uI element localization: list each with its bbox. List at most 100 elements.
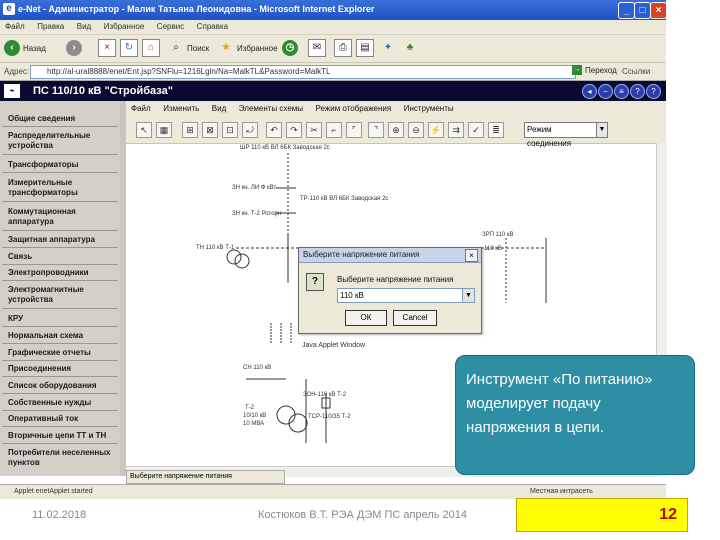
- mode-select[interactable]: Режим соединения: [524, 122, 598, 148]
- sidebar-item-conductors[interactable]: Электропроводники: [8, 268, 112, 278]
- callout-text: Инструмент «По питанию» моделирует подач…: [466, 371, 653, 436]
- align-tool-icon[interactable]: ⊞: [182, 122, 198, 138]
- address-input[interactable]: http://al-ural8888/enet/Ent.jsp?SNFlu=12…: [30, 65, 576, 79]
- redo-tool-icon[interactable]: ↷: [286, 122, 302, 138]
- editor-menu-file[interactable]: Файл: [126, 101, 156, 113]
- power-tool-icon[interactable]: ⚡: [428, 122, 444, 138]
- editor-menu-edit[interactable]: Изменить: [158, 101, 204, 113]
- sidebar-item-transformers[interactable]: Трансформаторы: [8, 160, 112, 170]
- menu-file[interactable]: Файл: [0, 20, 30, 31]
- app-title: ПС 110/10 кВ "Стройбаза": [33, 85, 173, 97]
- sidebar-item-secondary-circuits[interactable]: Вторичные цепи ТТ и ТН: [8, 431, 112, 441]
- print-button[interactable]: ⎙: [334, 38, 352, 58]
- slide-date: 11.02.2018: [32, 509, 87, 521]
- sidebar-item-switching[interactable]: Коммутационная аппаратура: [8, 207, 112, 227]
- close-button[interactable]: ×: [650, 2, 667, 19]
- header-list-icon[interactable]: ≡: [614, 84, 629, 99]
- sidebar-item-general[interactable]: Общие сведения: [8, 114, 112, 124]
- maximize-button[interactable]: □: [634, 2, 651, 19]
- stop-icon: ×: [98, 39, 116, 57]
- messenger-button[interactable]: ♣: [402, 38, 418, 58]
- header-info-icon[interactable]: ?: [646, 84, 661, 99]
- go-button[interactable]: → Переход: [572, 65, 617, 75]
- zoom-in-tool-icon[interactable]: ⊕: [388, 122, 404, 138]
- menu-favorites[interactable]: Избранное: [99, 20, 150, 31]
- header-back-icon[interactable]: ◂: [582, 84, 597, 99]
- sidebar-item-consumers[interactable]: Потребители неселенных пунктов: [8, 448, 112, 468]
- edit-page-icon: ▤: [356, 39, 374, 57]
- pointer-tool-icon[interactable]: ↖: [136, 122, 152, 138]
- voltage-select[interactable]: 110 кВ: [337, 288, 463, 303]
- search-button[interactable]: ⌕ Поиск: [168, 38, 209, 58]
- undo-tool-icon[interactable]: ↶: [266, 122, 282, 138]
- line-tool-icon[interactable]: ⌜: [346, 122, 362, 138]
- header-minus-icon[interactable]: −: [598, 84, 613, 99]
- header-help-icon[interactable]: ?: [630, 84, 645, 99]
- forward-button[interactable]: ›: [66, 38, 82, 58]
- sidebar-divider: [2, 247, 118, 248]
- sidebar-divider: [2, 426, 118, 427]
- mail-button[interactable]: ✉: [308, 38, 326, 58]
- menu-tools[interactable]: Сервис: [152, 20, 189, 31]
- history-button[interactable]: ◷: [282, 38, 298, 58]
- sidebar-item-kru[interactable]: КРУ: [8, 314, 112, 324]
- app-logo: ⌁: [4, 84, 20, 98]
- wire-tool-icon[interactable]: ⌝: [368, 122, 384, 138]
- cut-tool-icon[interactable]: ✂: [306, 122, 322, 138]
- favorites-button[interactable]: ★ Избранное: [218, 38, 278, 58]
- links-label[interactable]: Ссылки: [622, 67, 650, 76]
- layers-tool-icon[interactable]: ≣: [488, 122, 504, 138]
- sidebar-divider: [2, 230, 118, 231]
- browser-status-bar: Applet enetApplet started Местная интрас…: [0, 484, 666, 499]
- discuss-button[interactable]: ✦: [380, 38, 396, 58]
- sidebar-divider: [2, 343, 118, 344]
- minimize-button[interactable]: _: [618, 2, 635, 19]
- scheme-label: СН 110 кВ: [243, 365, 272, 371]
- sidebar-item-connections[interactable]: Присоединения: [8, 364, 112, 374]
- sidebar-item-graphic-reports[interactable]: Графические отчеты: [8, 348, 112, 358]
- ungroup-tool-icon[interactable]: ⊡: [222, 122, 238, 138]
- stop-button[interactable]: ×: [98, 38, 116, 58]
- app-header: ⌁ ПС 110/10 кВ "Стройбаза" ◂ − ≡ ? ?: [0, 81, 666, 101]
- voltage-dropdown-arrow-icon[interactable]: ▼: [462, 288, 475, 303]
- zoom-out-tool-icon[interactable]: ⊖: [408, 122, 424, 138]
- sidebar-item-normal-scheme[interactable]: Нормальная схема: [8, 331, 112, 341]
- sidebar-item-instrument-transformers[interactable]: Измерительные трансформаторы: [8, 178, 112, 198]
- scheme-label: Т-2: [245, 405, 254, 411]
- connect-tool-icon[interactable]: ⌐: [326, 122, 342, 138]
- status-zone: Местная интрасеть: [530, 488, 593, 495]
- favorites-label: Избранное: [237, 43, 278, 53]
- menu-edit[interactable]: Правка: [32, 20, 69, 31]
- editor-menu-tools[interactable]: Инструменты: [399, 101, 459, 113]
- trace-tool-icon[interactable]: ⇉: [448, 122, 464, 138]
- editor-menu-view[interactable]: Вид: [207, 101, 231, 113]
- history-icon: ◷: [282, 40, 298, 56]
- browser-menu-bar: Файл Правка Вид Избранное Сервис Справка: [0, 20, 666, 35]
- sidebar-item-auxiliary[interactable]: Собственные нужды: [8, 398, 112, 408]
- group-tool-icon[interactable]: ⊠: [202, 122, 218, 138]
- home-button[interactable]: ⌂: [142, 38, 160, 58]
- ok-button[interactable]: ОК: [345, 310, 387, 326]
- rotate-tool-icon[interactable]: ⤾: [242, 122, 258, 138]
- mode-dropdown-arrow-icon[interactable]: ▼: [596, 122, 608, 138]
- edit-page-button[interactable]: ▤: [356, 38, 374, 58]
- sidebar-item-protection[interactable]: Защитная аппаратура: [8, 235, 112, 245]
- sidebar-divider: [2, 154, 118, 155]
- check-tool-icon[interactable]: ✓: [468, 122, 484, 138]
- refresh-button[interactable]: ↻: [120, 38, 138, 58]
- menu-view[interactable]: Вид: [72, 20, 96, 31]
- sidebar-item-equipment-list[interactable]: Список оборудования: [8, 381, 112, 391]
- menu-help[interactable]: Справка: [192, 20, 233, 31]
- editor-menu-elements[interactable]: Элементы схемы: [234, 101, 308, 113]
- sidebar-item-electromagnetic[interactable]: Электромагнитные устройства: [8, 285, 112, 305]
- back-button[interactable]: ‹ Назад: [4, 38, 46, 58]
- cancel-button[interactable]: Cancel: [393, 310, 437, 326]
- sidebar-item-switchgear[interactable]: Распределительные устройства: [8, 131, 112, 151]
- grid-tool-icon[interactable]: ▦: [156, 122, 172, 138]
- sidebar-item-operative-current[interactable]: Оперативный ток: [8, 414, 112, 424]
- dialog-close-icon[interactable]: ×: [465, 249, 478, 262]
- sidebar-divider: [2, 126, 118, 127]
- sidebar-item-communication[interactable]: Связь: [8, 252, 112, 262]
- editor-menu-display-mode[interactable]: Режим отображения: [311, 101, 397, 113]
- scheme-label: 10/10 кВ: [243, 413, 267, 419]
